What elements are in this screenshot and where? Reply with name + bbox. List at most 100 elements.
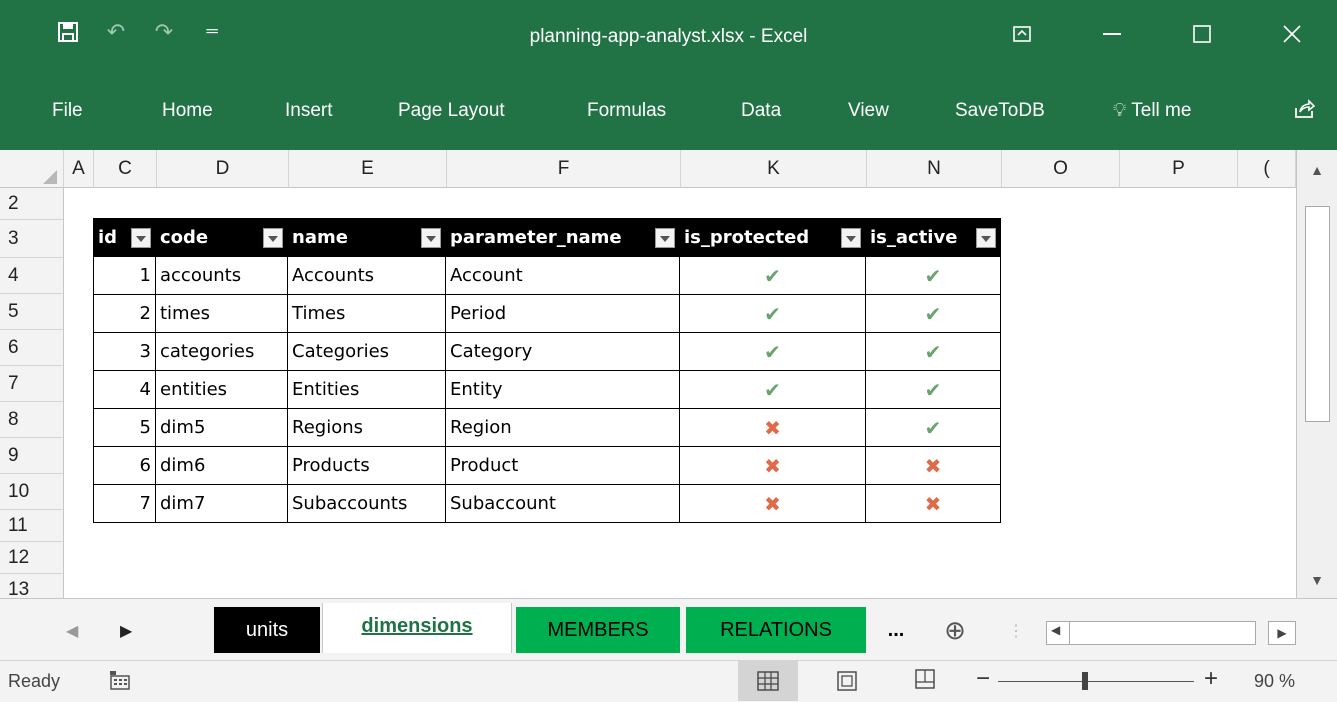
cell-is-protected[interactable]: ✖ bbox=[679, 484, 866, 523]
header-is-active[interactable]: is_active bbox=[865, 218, 1001, 257]
cell-name[interactable]: Subaccounts bbox=[287, 484, 446, 523]
cell-code[interactable]: dim7 bbox=[155, 484, 288, 523]
add-sheet-icon[interactable]: ⊕ bbox=[932, 607, 978, 653]
column-header-o[interactable]: O bbox=[1002, 150, 1120, 188]
cell-id[interactable]: 1 bbox=[93, 256, 156, 295]
row-header-4[interactable]: 4 bbox=[0, 258, 63, 294]
zoom-slider-track[interactable] bbox=[998, 681, 1194, 682]
zoom-level[interactable]: 90 % bbox=[1254, 671, 1295, 692]
tab-savetodb[interactable]: SaveToDB bbox=[955, 100, 1045, 122]
scroll-tabs-left-icon[interactable]: ◀ bbox=[66, 621, 78, 641]
cell-is-protected[interactable]: ✔ bbox=[679, 294, 866, 333]
vertical-scrollbar[interactable]: ▲ ▼ bbox=[1296, 150, 1337, 598]
header-name[interactable]: name bbox=[287, 218, 446, 257]
column-header-n[interactable]: N bbox=[867, 150, 1002, 188]
cell-parameter-name[interactable]: Category bbox=[445, 332, 680, 371]
cell-is-active[interactable]: ✔ bbox=[865, 370, 1001, 409]
cell-is-active[interactable]: ✔ bbox=[865, 256, 1001, 295]
zoom-slider-thumb[interactable] bbox=[1082, 672, 1088, 690]
cell-is-protected[interactable]: ✖ bbox=[679, 446, 866, 485]
zoom-in-button[interactable]: + bbox=[1204, 665, 1218, 693]
row-header-3[interactable]: 3 bbox=[0, 220, 63, 258]
row-header-13[interactable]: 13 bbox=[0, 574, 63, 598]
cell-name[interactable]: Products bbox=[287, 446, 446, 485]
header-parameter-name[interactable]: parameter_name bbox=[445, 218, 680, 257]
cell-is-active[interactable]: ✖ bbox=[865, 446, 1001, 485]
cell-id[interactable]: 4 bbox=[93, 370, 156, 409]
cell-is-active[interactable]: ✔ bbox=[865, 332, 1001, 371]
scroll-thumb[interactable] bbox=[1305, 206, 1330, 422]
sheet-tab-units[interactable]: units bbox=[214, 607, 320, 653]
cell-name[interactable]: Accounts bbox=[287, 256, 446, 295]
scroll-up-icon[interactable]: ▲ bbox=[1303, 156, 1331, 184]
cell-id[interactable]: 5 bbox=[93, 408, 156, 447]
splitter-handle[interactable]: ⋮ bbox=[1008, 621, 1024, 641]
column-header-p[interactable]: P bbox=[1120, 150, 1238, 188]
filter-dropdown-icon[interactable] bbox=[655, 228, 675, 248]
cell-parameter-name[interactable]: Account bbox=[445, 256, 680, 295]
page-layout-view-icon[interactable] bbox=[836, 670, 858, 697]
cell-id[interactable]: 2 bbox=[93, 294, 156, 333]
cell-code[interactable]: categories bbox=[155, 332, 288, 371]
header-id[interactable]: id bbox=[93, 218, 156, 257]
tab-formulas[interactable]: Formulas bbox=[587, 100, 666, 122]
cell-is-protected[interactable]: ✖ bbox=[679, 408, 866, 447]
row-header-12[interactable]: 12 bbox=[0, 542, 63, 574]
cell-code[interactable]: times bbox=[155, 294, 288, 333]
tab-data[interactable]: Data bbox=[741, 100, 781, 122]
page-break-view-icon[interactable] bbox=[914, 668, 936, 695]
tab-page-layout[interactable]: Page Layout bbox=[398, 100, 505, 122]
cell-is-active[interactable]: ✖ bbox=[865, 484, 1001, 523]
scroll-down-icon[interactable]: ▼ bbox=[1303, 566, 1331, 594]
row-header-11[interactable]: 11 bbox=[0, 510, 63, 542]
cell-parameter-name[interactable]: Region bbox=[445, 408, 680, 447]
cell-code[interactable]: accounts bbox=[155, 256, 288, 295]
tell-me[interactable]: 💡︎ Tell me bbox=[1113, 100, 1191, 122]
tab-home[interactable]: Home bbox=[162, 100, 213, 122]
column-header-e[interactable]: E bbox=[289, 150, 447, 188]
column-header-c[interactable]: C bbox=[94, 150, 157, 188]
column-header-a[interactable]: A bbox=[64, 150, 94, 188]
horizontal-scrollbar[interactable]: ◀ bbox=[1046, 621, 1256, 645]
header-code[interactable]: code bbox=[155, 218, 288, 257]
column-header-f[interactable]: F bbox=[447, 150, 681, 188]
filter-dropdown-icon[interactable] bbox=[263, 228, 283, 248]
cell-id[interactable]: 3 bbox=[93, 332, 156, 371]
tab-view[interactable]: View bbox=[848, 100, 889, 122]
more-tabs-button[interactable]: ... bbox=[876, 607, 916, 653]
cell-id[interactable]: 6 bbox=[93, 446, 156, 485]
cell-code[interactable]: entities bbox=[155, 370, 288, 409]
cell-name[interactable]: Regions bbox=[287, 408, 446, 447]
cell-is-active[interactable]: ✔ bbox=[865, 408, 1001, 447]
cell-is-active[interactable]: ✔ bbox=[865, 294, 1001, 333]
cell-name[interactable]: Entities bbox=[287, 370, 446, 409]
cell-code[interactable]: dim6 bbox=[155, 446, 288, 485]
sheet-tab-members[interactable]: MEMBERS bbox=[516, 607, 680, 653]
normal-view-icon[interactable] bbox=[738, 661, 798, 701]
row-header-8[interactable]: 8 bbox=[0, 402, 63, 438]
row-header-10[interactable]: 10 bbox=[0, 474, 63, 510]
row-header-6[interactable]: 6 bbox=[0, 330, 63, 366]
scroll-right-icon[interactable]: ▶ bbox=[1268, 621, 1296, 645]
cell-parameter-name[interactable]: Product bbox=[445, 446, 680, 485]
worksheet-grid[interactable]: id code name parameter_name is_protected… bbox=[64, 188, 1296, 598]
tab-insert[interactable]: Insert bbox=[285, 100, 333, 122]
scroll-left-icon[interactable]: ◀ bbox=[1051, 623, 1060, 637]
cell-id[interactable]: 7 bbox=[93, 484, 156, 523]
cell-code[interactable]: dim5 bbox=[155, 408, 288, 447]
column-header-next[interactable]: ( bbox=[1238, 150, 1296, 188]
row-header-9[interactable]: 9 bbox=[0, 438, 63, 474]
column-header-k[interactable]: K bbox=[681, 150, 867, 188]
cell-is-protected[interactable]: ✔ bbox=[679, 332, 866, 371]
row-header-7[interactable]: 7 bbox=[0, 366, 63, 402]
cell-parameter-name[interactable]: Entity bbox=[445, 370, 680, 409]
restore-icon[interactable] bbox=[1157, 14, 1247, 54]
row-header-2[interactable]: 2 bbox=[0, 188, 63, 220]
cell-is-protected[interactable]: ✔ bbox=[679, 256, 866, 295]
row-header-5[interactable]: 5 bbox=[0, 294, 63, 330]
cell-is-protected[interactable]: ✔ bbox=[679, 370, 866, 409]
column-header-d[interactable]: D bbox=[157, 150, 289, 188]
sheet-tab-dimensions[interactable]: dimensions bbox=[322, 603, 512, 653]
filter-dropdown-icon[interactable] bbox=[131, 228, 151, 248]
close-icon[interactable] bbox=[1247, 14, 1337, 54]
